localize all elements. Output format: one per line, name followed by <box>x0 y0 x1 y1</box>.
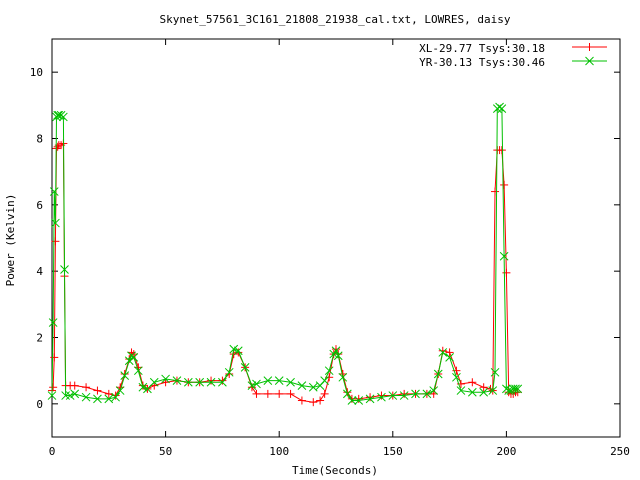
data-point-xl <box>320 389 329 398</box>
x-axis-label: Time(Seconds) <box>292 464 378 477</box>
data-point-xl <box>354 394 363 403</box>
data-point-xl <box>297 396 306 405</box>
chart-svg: Skynet_57561_3C161_21808_21938_cal.txt, … <box>4 13 630 477</box>
axis-ticks: 0 50 100 150 200 250 0 2 4 6 8 10 <box>30 39 630 458</box>
data-point-xl <box>491 187 500 196</box>
data-point-yr <box>320 376 329 385</box>
x-tick-label: 200 <box>496 445 516 458</box>
x-tick-label: 0 <box>49 445 56 458</box>
legend-label-xl: XL-29.77 Tsys:30.18 <box>419 42 545 55</box>
data-point-xl <box>50 353 59 362</box>
data-point-xl <box>316 396 325 405</box>
data-point-xl <box>497 146 506 155</box>
series-xl <box>48 139 522 407</box>
y-tick-label: 10 <box>30 66 43 79</box>
legend: XL-29.77 Tsys:30.18 YR-30.13 Tsys:30.46 <box>419 42 607 69</box>
series-layer <box>47 102 523 407</box>
chart-canvas: Skynet_57561_3C161_21808_21938_cal.txt, … <box>0 0 640 480</box>
legend-label-yr: YR-30.13 Tsys:30.46 <box>419 56 545 69</box>
y-tick-label: 0 <box>36 398 43 411</box>
data-point-xl <box>70 381 79 390</box>
y-tick-label: 8 <box>36 133 43 146</box>
x-tick-label: 50 <box>159 445 172 458</box>
legend-marker-xl <box>585 43 594 51</box>
data-point-xl <box>82 383 91 392</box>
data-point-xl <box>93 386 102 395</box>
y-axis-label: Power (Kelvin) <box>4 194 17 287</box>
data-point-xl <box>263 389 272 398</box>
y-tick-label: 4 <box>36 265 43 278</box>
data-point-xl <box>207 376 216 385</box>
y-tick-label: 6 <box>36 199 43 212</box>
data-point-xl <box>377 391 386 400</box>
data-point-xl <box>252 389 261 398</box>
series-line-xl <box>51 142 518 403</box>
x-tick-label: 250 <box>610 445 630 458</box>
chart-title: Skynet_57561_3C161_21808_21938_cal.txt, … <box>160 13 511 26</box>
x-tick-label: 150 <box>383 445 403 458</box>
data-point-xl <box>275 389 284 398</box>
y-tick-label: 2 <box>36 332 43 345</box>
series-yr <box>47 102 523 405</box>
series-line-yr <box>51 106 518 401</box>
data-point-xl <box>502 268 511 277</box>
data-point-xl <box>400 389 409 398</box>
data-point-xl <box>49 383 58 392</box>
data-point-xl <box>309 398 318 407</box>
data-point-xl <box>51 237 60 246</box>
data-point-xl <box>286 389 295 398</box>
data-point-xl <box>468 378 477 387</box>
data-point-xl <box>500 180 509 189</box>
x-tick-label: 100 <box>269 445 289 458</box>
plot-frame <box>51 38 621 438</box>
data-point-xl <box>53 142 62 151</box>
data-point-xl <box>366 393 375 402</box>
